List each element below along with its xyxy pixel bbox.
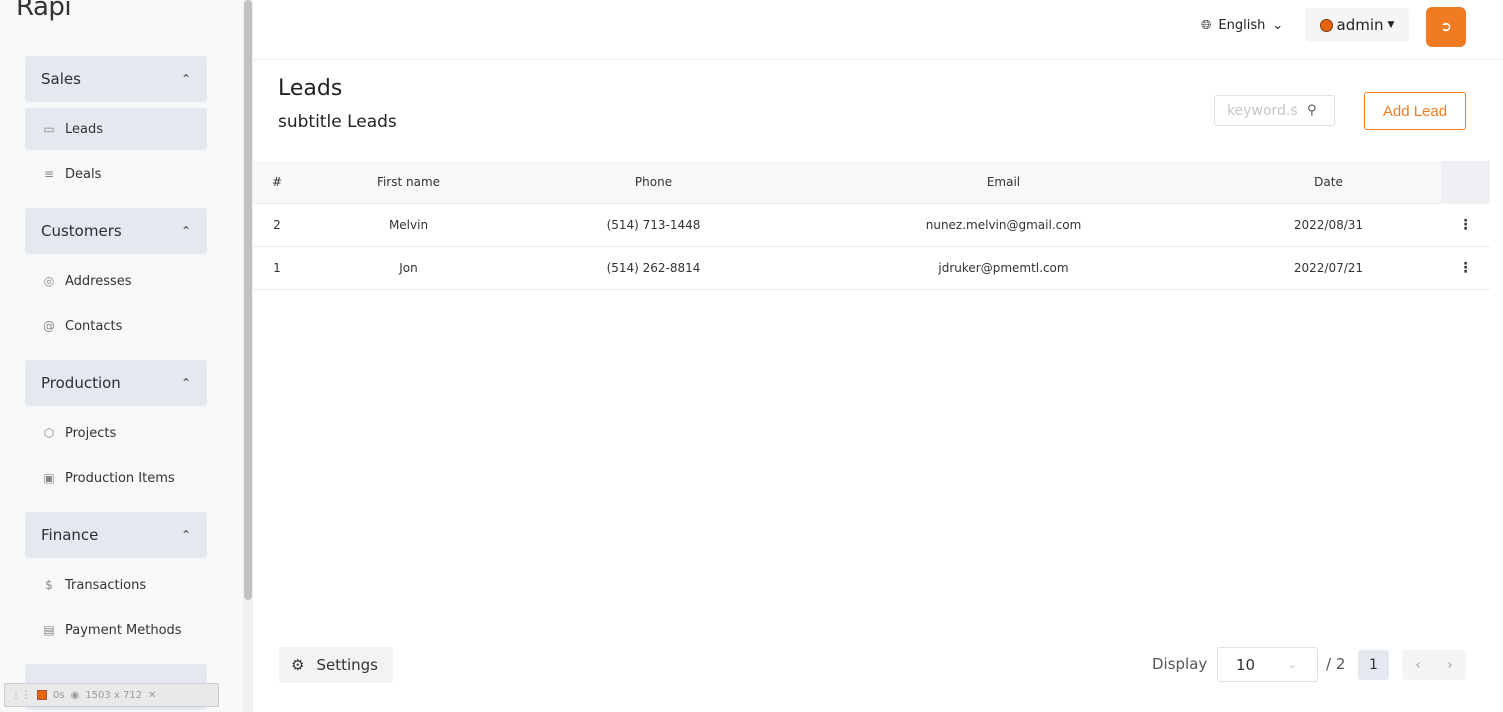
sidebar-item-transactions[interactable]: $ Transactions	[25, 564, 207, 606]
sidebar-item-payment-methods[interactable]: ▤ Payment Methods	[25, 609, 207, 651]
caret-down-icon: ▼	[1387, 20, 1395, 30]
sidebar-group-label: Finance	[41, 526, 99, 544]
table-row[interactable]: 2 Melvin (514) 713-1448 nunez.melvin@gma…	[253, 204, 1490, 247]
search-input[interactable]	[1227, 102, 1307, 119]
sidebar-group-customers[interactable]: Customers ⌃	[25, 208, 207, 254]
drag-handle-icon[interactable]: ⋮⋮	[11, 690, 31, 701]
gear-icon: ⚙︎	[291, 656, 305, 674]
total-pages: / 2	[1326, 655, 1346, 673]
column-header-email[interactable]: Email	[791, 175, 1216, 189]
app-logo[interactable]: Rapi	[16, 0, 72, 22]
chevron-down-icon: ⌄	[1287, 658, 1297, 671]
logout-icon: ➲	[1440, 19, 1452, 35]
sidebar-group-label: Sales	[41, 70, 81, 88]
cell-date: 2022/07/21	[1293, 261, 1364, 275]
cell-email: nunez.melvin@gmail.com	[925, 218, 1082, 232]
logout-button[interactable]: ➲	[1426, 7, 1466, 47]
column-header-phone[interactable]: Phone	[516, 175, 791, 189]
chevron-right-icon[interactable]: ›	[1447, 658, 1452, 673]
add-lead-button[interactable]: Add Lead	[1364, 92, 1466, 130]
sidebar-item-leads[interactable]: ▭ Leads	[25, 108, 207, 150]
sidebar-item-contacts[interactable]: @ Contacts	[25, 305, 207, 347]
chevron-up-icon: ⌃	[180, 376, 191, 390]
table-row[interactable]: 1 Jon (514) 262-8814 jdruker@pmemtl.com …	[253, 247, 1490, 290]
current-page-button[interactable]: 1	[1358, 650, 1389, 680]
sidebar-item-production-items[interactable]: ▣ Production Items	[25, 457, 207, 499]
sidebar-group-production[interactable]: Production ⌃	[25, 360, 207, 406]
settings-button[interactable]: ⚙︎ Settings	[279, 647, 393, 683]
sidebar: Rapi Sales ⌃ ▭ Leads ≡ Deals Customers ⌃…	[0, 0, 243, 712]
chevron-up-icon: ⌃	[180, 224, 191, 238]
chevron-left-icon[interactable]: ‹	[1415, 658, 1420, 673]
box-icon: ⬡	[43, 426, 55, 440]
camera-icon[interactable]: ◉	[71, 690, 80, 701]
dev-toolbar: ⋮⋮ 0s ◉ 1503 x 712 ✕	[4, 683, 219, 707]
user-menu[interactable]: admin ▼	[1305, 8, 1409, 42]
sidebar-item-deals[interactable]: ≡ Deals	[25, 153, 207, 195]
map-pin-icon: ◎	[43, 274, 55, 288]
search-icon[interactable]: ⚲	[1307, 103, 1317, 118]
sidebar-item-label: Contacts	[65, 318, 123, 334]
dollar-icon: $	[45, 578, 53, 592]
sidebar-group-finance[interactable]: Finance ⌃	[25, 512, 207, 558]
user-name: admin	[1336, 16, 1384, 34]
cell-first-name: Jon	[399, 261, 418, 275]
avatar	[1319, 18, 1333, 32]
cell-date: 2022/08/31	[1293, 218, 1364, 232]
cell-id: 1	[273, 261, 281, 275]
record-icon[interactable]	[37, 690, 47, 700]
sidebar-item-label: Addresses	[65, 273, 132, 289]
column-header-first-name[interactable]: First name	[301, 175, 516, 189]
column-header-number[interactable]: #	[253, 175, 301, 189]
page-size-value: 10	[1236, 655, 1256, 674]
column-header-actions	[1441, 160, 1490, 204]
page-title: Leads	[278, 76, 343, 101]
sidebar-group-sales[interactable]: Sales ⌃	[25, 56, 207, 102]
table-header: # First name Phone Email Date	[253, 160, 1490, 204]
credit-card-icon: ▤	[43, 623, 55, 637]
globe-icon: 🌐︎	[1201, 18, 1212, 33]
display-label: Display	[1152, 655, 1208, 673]
cell-phone: (514) 262-8814	[606, 261, 701, 275]
chevron-up-icon: ⌃	[180, 72, 191, 86]
sidebar-item-projects[interactable]: ⬡ Projects	[25, 412, 207, 454]
sidebar-scrollbar[interactable]	[243, 0, 253, 712]
sidebar-item-addresses[interactable]: ◎ Addresses	[25, 260, 207, 302]
list-icon: ≡	[43, 167, 55, 181]
cell-email: jdruker@pmemtl.com	[938, 261, 1069, 275]
scrollbar-thumb[interactable]	[244, 0, 252, 600]
cell-first-name: Melvin	[388, 218, 429, 232]
close-icon[interactable]: ✕	[148, 690, 156, 701]
sidebar-item-label: Deals	[65, 166, 102, 182]
language-selector[interactable]: 🌐︎ English ⌄	[1201, 18, 1283, 33]
sidebar-item-label: Transactions	[65, 577, 147, 593]
page-subtitle: subtitle Leads	[278, 112, 397, 132]
search-box[interactable]: ⚲	[1214, 95, 1335, 126]
page-size-select[interactable]: 10 ⌄	[1217, 647, 1318, 682]
language-label: English	[1218, 18, 1266, 33]
chevron-up-icon: ⌃	[180, 528, 191, 542]
more-options-icon[interactable]: ⋮	[1441, 260, 1490, 276]
sidebar-group-label: Production	[41, 374, 121, 392]
leads-table: # First name Phone Email Date 2 Melvin (…	[253, 160, 1490, 290]
cell-id: 2	[273, 218, 281, 232]
sidebar-item-label: Production Items	[65, 470, 175, 486]
column-header-date[interactable]: Date	[1216, 175, 1441, 189]
truck-icon: ▣	[43, 471, 55, 485]
settings-label: Settings	[316, 656, 378, 674]
more-options-icon[interactable]: ⋮	[1441, 217, 1490, 233]
sidebar-item-label: Leads	[65, 121, 104, 137]
size-text: 1503 x 712	[85, 689, 143, 701]
timer-text: 0s	[53, 689, 65, 701]
pagination-arrows: ‹ ›	[1402, 650, 1466, 680]
at-icon: @	[43, 319, 55, 333]
book-icon: ▭	[43, 122, 55, 136]
chevron-down-icon: ⌄	[1272, 18, 1284, 33]
sidebar-item-label: Payment Methods	[65, 622, 182, 638]
top-bar: 🌐︎ English ⌄ admin ▼ ➲	[253, 0, 1503, 60]
sidebar-group-label: Customers	[41, 222, 122, 240]
sidebar-item-label: Projects	[65, 425, 117, 441]
cell-phone: (514) 713-1448	[606, 218, 701, 232]
